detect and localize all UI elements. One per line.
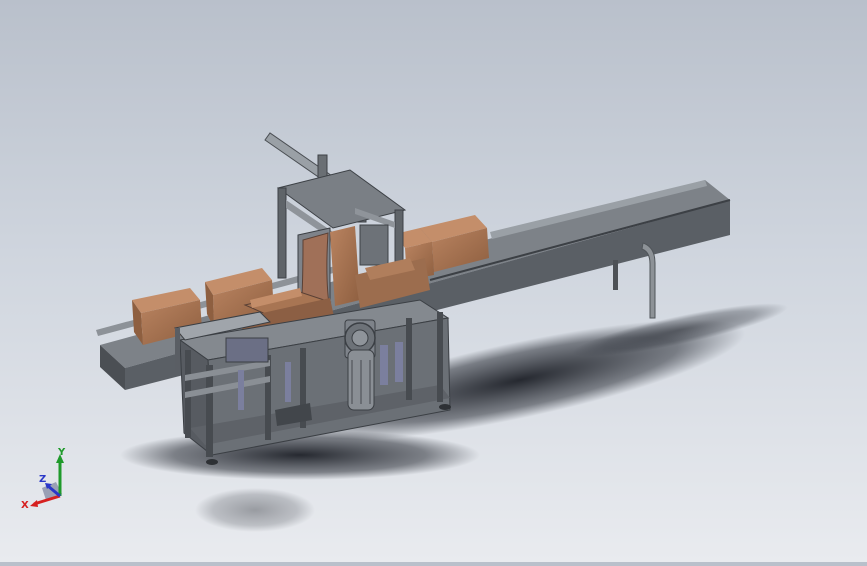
x-axis-label: X xyxy=(21,500,29,511)
cad-viewport[interactable]: Y X Z xyxy=(0,0,867,562)
coordinate-triad[interactable]: Y X Z xyxy=(18,446,78,512)
gear-motor[interactable] xyxy=(344,319,376,411)
y-axis-label: Y xyxy=(57,447,66,458)
x-axis-arrowhead xyxy=(30,500,38,507)
z-axis-label: Z xyxy=(39,474,46,485)
packaging-machine-model[interactable] xyxy=(0,0,867,562)
